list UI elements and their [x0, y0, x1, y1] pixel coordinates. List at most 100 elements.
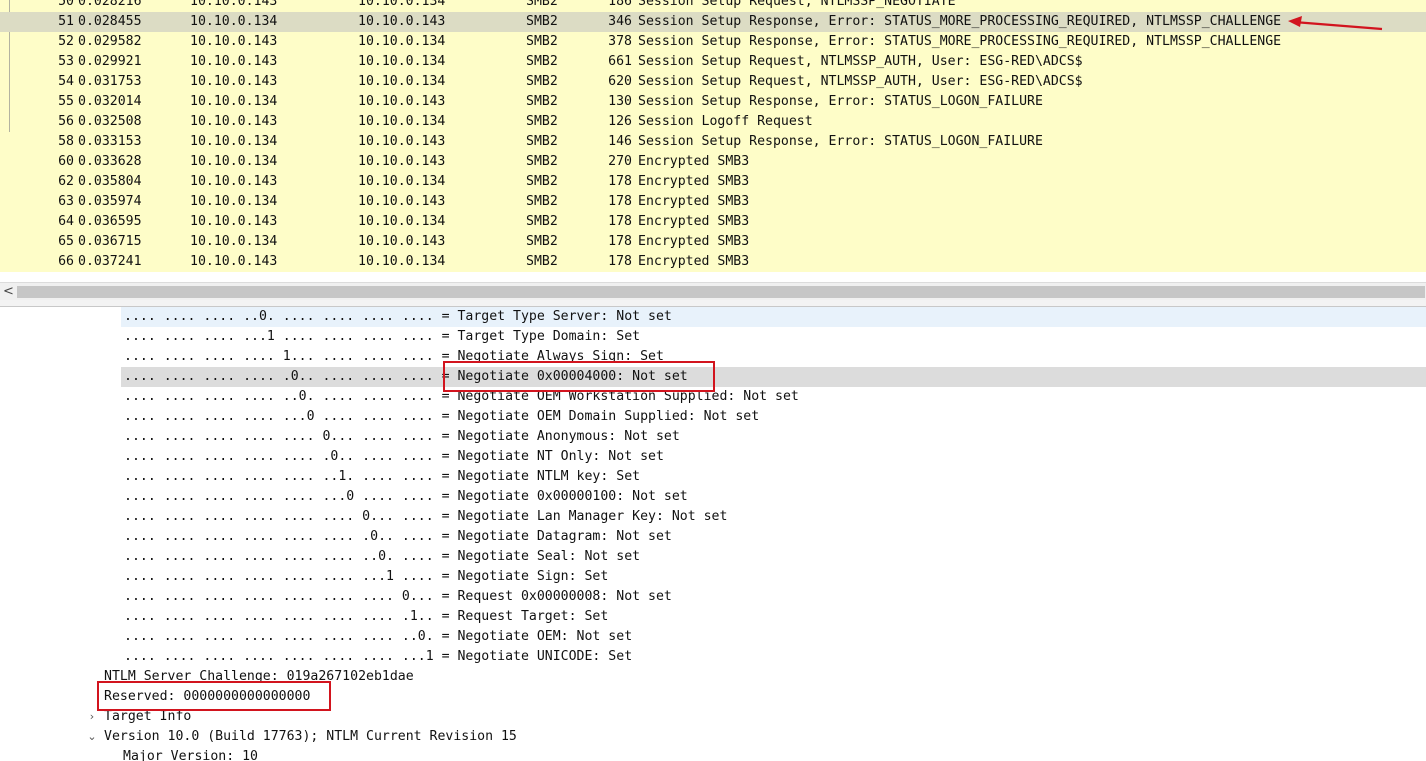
- packet-cell-info: Encrypted SMB3: [638, 214, 750, 229]
- packet-cell-time: 0.032508: [78, 114, 142, 129]
- horizontal-scrollbar[interactable]: <: [0, 282, 1426, 301]
- packet-cell-src: 10.10.0.134: [190, 14, 278, 29]
- flag-row[interactable]: .... .... .... .... .... ...0 .... .... …: [0, 487, 1426, 507]
- flag-text: .... .... .... .... .... 0... .... .... …: [124, 429, 680, 444]
- packet-cell-proto: SMB2: [526, 234, 558, 249]
- packet-row[interactable]: 52 0.029582 10.10.0.143 10.10.0.134 SMB2 378 S…: [0, 32, 1426, 52]
- packet-cell-proto: SMB2: [526, 34, 558, 49]
- packet-cell-time: 0.029921: [78, 54, 142, 69]
- packet-cell-len: 178: [608, 234, 632, 249]
- packet-cell-src: 10.10.0.134: [190, 194, 278, 209]
- flag-row[interactable]: .... .... .... .... .... .0.. .... .... …: [0, 447, 1426, 467]
- packet-cell-time: 0.029582: [78, 34, 142, 49]
- packet-cell-no: 64: [58, 214, 74, 229]
- packet-cell-no: 50: [58, 0, 74, 9]
- flag-row[interactable]: .... .... .... .... .... .... .... ...1 …: [0, 647, 1426, 667]
- packet-cell-proto: SMB2: [526, 174, 558, 189]
- annotation-box-reserved: [97, 681, 331, 711]
- packet-cell-time: 0.037241: [78, 254, 142, 269]
- packet-cell-dst: 10.10.0.143: [358, 194, 446, 209]
- packet-cell-time: 0.035804: [78, 174, 142, 189]
- packet-cell-time: 0.036715: [78, 234, 142, 249]
- packet-cell-info: Encrypted SMB3: [638, 154, 750, 169]
- packet-cell-time: 0.035974: [78, 194, 142, 209]
- packet-row[interactable]: 51 0.028455 10.10.0.134 10.10.0.143 SMB2 346 S…: [0, 12, 1426, 32]
- packet-cell-info: Encrypted SMB3: [638, 234, 750, 249]
- packet-cell-len: 270: [608, 154, 632, 169]
- packet-cell-src: 10.10.0.143: [190, 114, 278, 129]
- flag-row[interactable]: .... .... .... .... .... .... .... 0... …: [0, 587, 1426, 607]
- packet-cell-proto: SMB2: [526, 254, 558, 269]
- packet-cell-len: 178: [608, 174, 632, 189]
- packet-cell-proto: SMB2: [526, 0, 558, 9]
- annotation-arrow: [1288, 16, 1383, 31]
- flag-row[interactable]: .... .... .... ...1 .... .... .... .... …: [0, 327, 1426, 347]
- packet-cell-no: 51: [58, 14, 74, 29]
- packet-list[interactable]: 50 0.028216 10.10.0.143 10.10.0.134 SMB2 186 S…: [0, 0, 1426, 272]
- packet-row[interactable]: 65 0.036715 10.10.0.134 10.10.0.143 SMB2 178 E…: [0, 232, 1426, 252]
- packet-cell-proto: SMB2: [526, 54, 558, 69]
- packet-cell-dst: 10.10.0.143: [358, 94, 446, 109]
- packet-row[interactable]: 66 0.037241 10.10.0.143 10.10.0.134 SMB2 178 E…: [0, 252, 1426, 272]
- packet-cell-dst: 10.10.0.134: [358, 174, 446, 189]
- packet-cell-proto: SMB2: [526, 194, 558, 209]
- packet-row[interactable]: 63 0.035974 10.10.0.134 10.10.0.143 SMB2 178 E…: [0, 192, 1426, 212]
- packet-cell-info: Session Setup Response, Error: STATUS_LO…: [638, 94, 1043, 109]
- flag-row[interactable]: .... .... .... .... .... .... 0... .... …: [0, 507, 1426, 527]
- packet-cell-no: 56: [58, 114, 74, 129]
- packet-row[interactable]: 54 0.031753 10.10.0.143 10.10.0.134 SMB2 620 S…: [0, 72, 1426, 92]
- packet-cell-proto: SMB2: [526, 94, 558, 109]
- flag-row[interactable]: .... .... .... .... .... .... ...1 .... …: [0, 567, 1426, 587]
- packet-cell-dst: 10.10.0.143: [358, 14, 446, 29]
- packet-cell-info: Session Setup Response, Error: STATUS_MO…: [638, 34, 1282, 49]
- packet-cell-info: Session Setup Request, NTLMSSP_AUTH, Use…: [638, 54, 1083, 69]
- packet-cell-proto: SMB2: [526, 74, 558, 89]
- flag-row[interactable]: .... .... .... .... .... ..1. .... .... …: [0, 467, 1426, 487]
- flag-row[interactable]: .... .... .... .... .... .... .... ..0. …: [0, 627, 1426, 647]
- packet-cell-time: 0.028455: [78, 14, 142, 29]
- packet-cell-proto: SMB2: [526, 114, 558, 129]
- scrollbar-thumb[interactable]: [17, 286, 1425, 298]
- packet-cell-len: 178: [608, 214, 632, 229]
- scroll-left-icon[interactable]: <: [3, 284, 15, 300]
- packet-cell-proto: SMB2: [526, 14, 558, 29]
- packet-cell-dst: 10.10.0.143: [358, 234, 446, 249]
- major-version-text: Major Version: 10: [123, 749, 258, 761]
- flag-text: .... .... .... .... .... .... .0.. .... …: [124, 529, 672, 544]
- packet-cell-time: 0.036595: [78, 214, 142, 229]
- flag-row[interactable]: .... .... .... .... .... .... .... .1.. …: [0, 607, 1426, 627]
- packet-row[interactable]: 55 0.032014 10.10.0.134 10.10.0.143 SMB2 130 S…: [0, 92, 1426, 112]
- packet-cell-src: 10.10.0.134: [190, 134, 278, 149]
- flag-row[interactable]: .... .... .... .... .... 0... .... .... …: [0, 427, 1426, 447]
- chevron-down-icon[interactable]: ⌄: [86, 727, 98, 747]
- packet-row[interactable]: 58 0.033153 10.10.0.134 10.10.0.143 SMB2 146 S…: [0, 132, 1426, 152]
- packet-row[interactable]: 64 0.036595 10.10.0.143 10.10.0.134 SMB2 178 E…: [0, 212, 1426, 232]
- flag-row[interactable]: .... .... .... .... ...0 .... .... .... …: [0, 407, 1426, 427]
- flag-text: .... .... .... .... .... .... .... .1.. …: [124, 609, 609, 624]
- pane-splitter[interactable]: [0, 300, 1426, 307]
- packet-details-pane[interactable]: .... .... .... ..0. .... .... .... .... …: [0, 307, 1426, 761]
- packet-row[interactable]: 50 0.028216 10.10.0.143 10.10.0.134 SMB2 186 S…: [0, 0, 1426, 12]
- flag-text: .... .... .... ...1 .... .... .... .... …: [124, 329, 641, 344]
- packet-row[interactable]: 56 0.032508 10.10.0.143 10.10.0.134 SMB2 126 S…: [0, 112, 1426, 132]
- flag-text: .... .... .... .... ...0 .... .... .... …: [124, 409, 760, 424]
- flag-row[interactable]: .... .... .... .... .... .... ..0. .... …: [0, 547, 1426, 567]
- packet-cell-dst: 10.10.0.134: [358, 214, 446, 229]
- packet-cell-len: 661: [608, 54, 632, 69]
- packet-cell-src: 10.10.0.143: [190, 254, 278, 269]
- annotation-box-negotiate-0x4000: [443, 361, 715, 392]
- packet-cell-len: 378: [608, 34, 632, 49]
- packet-row[interactable]: 60 0.033628 10.10.0.134 10.10.0.143 SMB2 270 E…: [0, 152, 1426, 172]
- packet-cell-len: 178: [608, 194, 632, 209]
- packet-cell-src: 10.10.0.143: [190, 54, 278, 69]
- packet-cell-src: 10.10.0.143: [190, 174, 278, 189]
- detail-row-version[interactable]: ⌄ Version 10.0 (Build 17763); NTLM Curre…: [0, 727, 1426, 747]
- flag-row[interactable]: .... .... .... .... .... .... .0.. .... …: [0, 527, 1426, 547]
- packet-cell-info: Encrypted SMB3: [638, 254, 750, 269]
- detail-row-major-version[interactable]: Major Version: 10: [0, 747, 1426, 761]
- flag-text: .... .... .... .... .... ..1. .... .... …: [124, 469, 641, 484]
- packet-row[interactable]: 53 0.029921 10.10.0.143 10.10.0.134 SMB2 661 S…: [0, 52, 1426, 72]
- packet-cell-no: 63: [58, 194, 74, 209]
- flag-row[interactable]: .... .... .... ..0. .... .... .... .... …: [0, 307, 1426, 327]
- packet-row[interactable]: 62 0.035804 10.10.0.143 10.10.0.134 SMB2 178 E…: [0, 172, 1426, 192]
